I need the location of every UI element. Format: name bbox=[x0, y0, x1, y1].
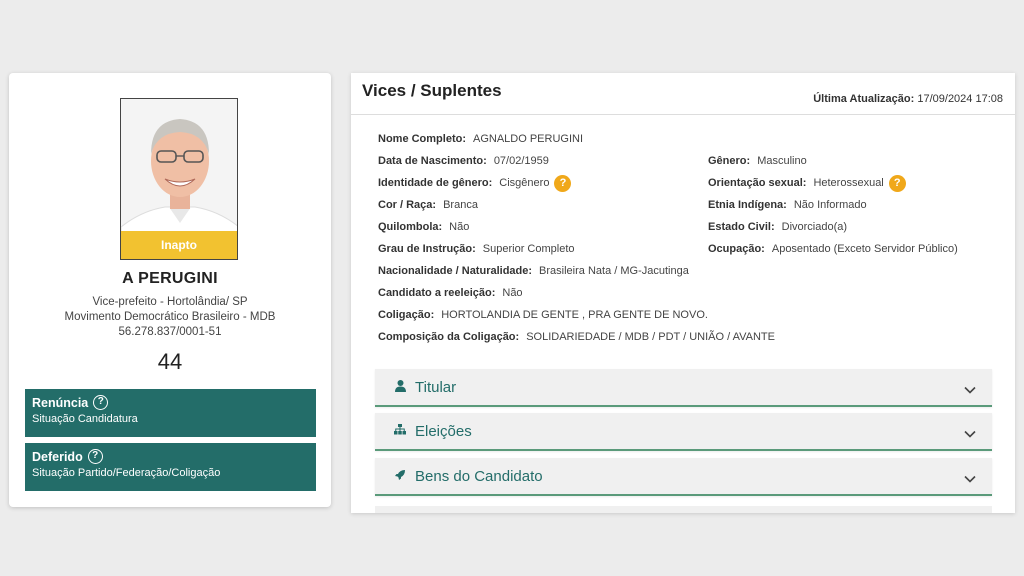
candidacy-status-subtitle: Situação Candidatura bbox=[32, 413, 138, 425]
rocket-icon bbox=[393, 469, 407, 484]
detail-quilombola: Não bbox=[449, 221, 470, 233]
detail-marital-status: Divorciado(a) bbox=[781, 221, 848, 233]
detail-label: Gênero: bbox=[708, 155, 751, 167]
detail-label: Cor / Raça: bbox=[378, 199, 437, 211]
detail-label: Quilombola: bbox=[378, 221, 443, 233]
detail-nationality: Brasileira Nata / MG-Jacutinga bbox=[539, 265, 689, 277]
party-status-subtitle: Situação Partido/Federação/Coligação bbox=[32, 467, 221, 479]
detail-label: Ocupação: bbox=[708, 243, 765, 255]
accordion-label: Eleições bbox=[415, 422, 472, 440]
detail-label: Identidade de gênero: bbox=[378, 177, 493, 189]
detail-label: Orientação sexual: bbox=[708, 177, 807, 189]
candidacy-status-box: Renúncia ? Situação Candidatura bbox=[25, 389, 316, 437]
party-status-box: Deferido ? Situação Partido/Federação/Co… bbox=[25, 443, 316, 491]
detail-label: Candidato a reeleição: bbox=[378, 287, 496, 299]
detail-coalition-composition: SOLIDARIEDADE / MDB / PDT / UNIÃO / AVAN… bbox=[526, 331, 775, 343]
detail-label: Nacionalidade / Naturalidade: bbox=[378, 265, 533, 277]
person-icon bbox=[393, 379, 407, 395]
detail-label: Grau de Instrução: bbox=[378, 243, 476, 255]
chevron-down-icon[interactable] bbox=[964, 470, 976, 488]
detail-label: Composição da Coligação: bbox=[378, 331, 520, 343]
party-status-title: Deferido bbox=[32, 449, 83, 464]
candidate-card: Inapto A PERUGINI Vice-prefeito - Hortol… bbox=[9, 73, 331, 507]
detail-full-name: AGNALDO PERUGINI bbox=[473, 133, 584, 145]
detail-race: Branca bbox=[443, 199, 478, 211]
detail-sexual-orientation: Heterossexual bbox=[813, 177, 884, 189]
candidate-photo: Inapto bbox=[120, 98, 238, 260]
detail-birth-date: 07/02/1959 bbox=[493, 155, 549, 167]
detail-gender: Masculino bbox=[757, 155, 807, 167]
accordion-eleicoes[interactable]: Eleições bbox=[375, 413, 992, 451]
help-icon[interactable]: ? bbox=[87, 449, 103, 464]
last-updated: Última Atualização: 17/09/2024 17:08 bbox=[813, 93, 1003, 105]
panel-header: Vices / Suplentes Última Atualização: 17… bbox=[351, 73, 1015, 115]
candidate-party: Movimento Democrático Brasileiro - MDB bbox=[64, 311, 276, 323]
detail-occupation: Aposentado (Exceto Servidor Público) bbox=[771, 243, 958, 255]
last-updated-label: Última Atualização: bbox=[813, 93, 915, 105]
last-updated-value: 17/09/2024 17:08 bbox=[917, 93, 1003, 105]
detail-ethnicity: Não Informado bbox=[793, 199, 867, 211]
accordion-label: Titular bbox=[415, 378, 457, 396]
accordion-partial bbox=[375, 506, 992, 513]
panel-title: Vices / Suplentes bbox=[362, 81, 502, 100]
sitemap-icon bbox=[393, 424, 407, 438]
detail-label: Data de Nascimento: bbox=[378, 155, 487, 167]
help-icon[interactable]: ? bbox=[554, 174, 572, 192]
chevron-down-icon[interactable] bbox=[964, 425, 976, 443]
candidate-role: Vice-prefeito - Hortolândia/ SP bbox=[92, 296, 248, 308]
chevron-down-icon[interactable] bbox=[964, 381, 976, 399]
detail-coalition: HORTOLANDIA DE GENTE , PRA GENTE DE NOVO… bbox=[441, 309, 708, 321]
candidacy-status-title: Renúncia bbox=[32, 395, 89, 410]
help-icon[interactable]: ? bbox=[93, 395, 109, 410]
candidate-number: 44 bbox=[157, 349, 183, 374]
help-icon[interactable]: ? bbox=[888, 174, 906, 192]
detail-label: Estado Civil: bbox=[708, 221, 775, 233]
detail-education: Superior Completo bbox=[482, 243, 575, 255]
candidate-name: A PERUGINI bbox=[122, 270, 218, 287]
candidate-details: Nome Completo: AGNALDO PERUGINI Data de … bbox=[378, 128, 998, 348]
ineligible-badge: Inapto bbox=[121, 231, 237, 259]
detail-gender-identity: Cisgênero bbox=[499, 177, 550, 189]
detail-label: Coligação: bbox=[378, 309, 435, 321]
candidate-cnpj: 56.278.837/0001-51 bbox=[118, 326, 222, 338]
accordion-label: Bens do Candidato bbox=[415, 467, 543, 485]
detail-reelection: Não bbox=[502, 287, 523, 299]
detail-label: Etnia Indígena: bbox=[708, 199, 787, 211]
vices-panel: Vices / Suplentes Última Atualização: 17… bbox=[351, 73, 1015, 513]
accordion-titular[interactable]: Titular bbox=[375, 369, 992, 407]
accordion-bens[interactable]: Bens do Candidato bbox=[375, 458, 992, 496]
detail-label: Nome Completo: bbox=[378, 133, 466, 145]
